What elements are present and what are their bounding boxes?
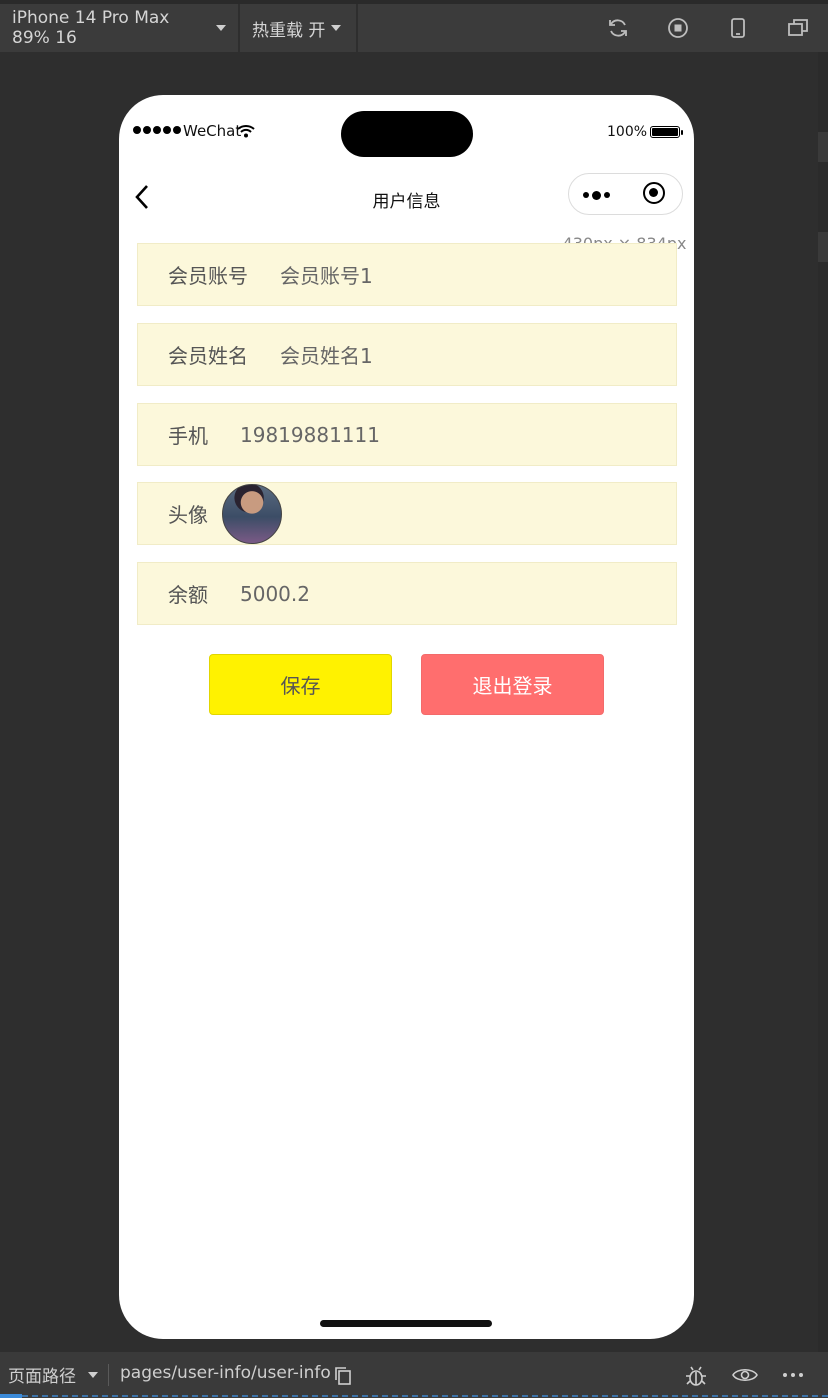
- signal-icon: [133, 126, 181, 134]
- battery-percent: 100%: [607, 124, 648, 140]
- wifi-icon: [237, 125, 255, 138]
- name-row: 会员姓名 会员姓名1: [137, 323, 677, 386]
- device-label: iPhone 14 Pro Max 89% 16: [12, 8, 170, 48]
- bug-icon[interactable]: [684, 1364, 708, 1388]
- more-icon[interactable]: [782, 1372, 804, 1378]
- save-button[interactable]: 保存: [209, 654, 392, 715]
- copy-icon[interactable]: [334, 1366, 352, 1386]
- scroll-thumb[interactable]: [818, 232, 828, 262]
- balance-row: 余额 5000.2: [137, 562, 677, 625]
- right-scrollbar[interactable]: [818, 52, 828, 1352]
- page-path: pages/user-info/user-info: [120, 1363, 331, 1383]
- menu-capsule: [568, 173, 683, 215]
- scroll-thumb[interactable]: [818, 132, 828, 162]
- toolbar-actions: [588, 4, 828, 52]
- status-bar: WeChat 100%: [119, 95, 694, 165]
- progress-indicator: [0, 1394, 22, 1398]
- simulator-toolbar: iPhone 14 Pro Max 89% 16 热重载 开: [0, 0, 828, 52]
- device-select[interactable]: iPhone 14 Pro Max 89% 16: [0, 4, 240, 52]
- navigation-bar: 用户信息: [119, 165, 694, 227]
- account-row: 会员账号 会员账号1: [137, 243, 677, 306]
- more-icon[interactable]: [583, 185, 623, 205]
- avatar[interactable]: [222, 483, 282, 544]
- dynamic-island: [341, 111, 473, 157]
- battery-cap: [681, 130, 683, 135]
- chevron-down-icon[interactable]: [88, 1372, 98, 1378]
- phone-value[interactable]: 19819881111: [240, 423, 380, 447]
- page-path-bar: 页面路径 pages/user-info/user-info: [0, 1352, 828, 1398]
- logout-button[interactable]: 退出登录: [421, 654, 604, 715]
- balance-value: 5000.2: [240, 581, 310, 606]
- account-value[interactable]: 会员账号1: [280, 260, 373, 289]
- carrier-label: WeChat: [183, 122, 242, 140]
- balance-label: 余额: [168, 583, 208, 607]
- battery-icon: [650, 126, 680, 138]
- hot-reload-label: 热重载 开: [252, 20, 326, 41]
- phone-screen: WeChat 100% 用户信息 430px × 834px 会员账号 会员账号…: [119, 95, 694, 1339]
- name-value[interactable]: 会员姓名1: [280, 340, 373, 369]
- divider: [108, 1364, 109, 1386]
- chevron-down-icon: [216, 25, 226, 31]
- phone-label: 手机: [168, 424, 208, 448]
- chevron-down-icon: [331, 25, 342, 31]
- avatar-row: 头像: [137, 482, 677, 545]
- name-label: 会员姓名: [168, 344, 248, 368]
- hot-reload-select[interactable]: 热重载 开: [240, 4, 358, 52]
- phone-row: 手机 19819881111: [137, 403, 677, 466]
- close-target-icon[interactable]: [643, 182, 665, 204]
- page-path-label[interactable]: 页面路径: [8, 1362, 76, 1387]
- refresh-icon[interactable]: [588, 4, 648, 52]
- eye-icon[interactable]: [732, 1366, 758, 1384]
- stop-icon[interactable]: [648, 4, 708, 52]
- account-label: 会员账号: [168, 264, 248, 288]
- home-indicator: [320, 1320, 492, 1327]
- avatar-label: 头像: [168, 503, 208, 527]
- phone-icon[interactable]: [708, 4, 768, 52]
- window-icon[interactable]: [768, 4, 828, 52]
- progress-track: [22, 1395, 828, 1397]
